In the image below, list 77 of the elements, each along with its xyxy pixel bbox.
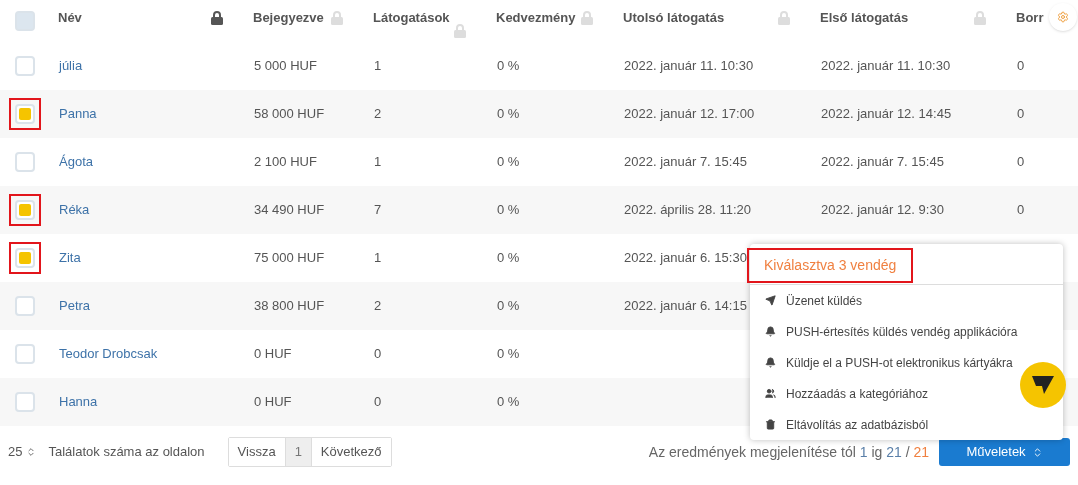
table-cell: 1 — [374, 250, 382, 266]
table-cell: 0 % — [497, 154, 520, 170]
table-cell: 0 % — [497, 202, 520, 218]
column-header[interactable]: Utolsó látogatás — [623, 10, 725, 25]
table-cell: 2022. január 11. 10:30 — [821, 58, 951, 74]
table-cell: 2022. január 6. 14:15 — [624, 298, 747, 314]
settings-button[interactable] — [1049, 3, 1077, 31]
trash-icon — [765, 419, 776, 430]
checkbox[interactable] — [9, 98, 41, 130]
table-cell: 2 — [374, 106, 382, 122]
table-cell: 2 100 HUF — [254, 154, 317, 170]
page-size-select[interactable]: 25 — [8, 442, 37, 462]
table-cell: 0 % — [497, 106, 520, 122]
column-header[interactable]: Első látogatás — [820, 10, 909, 25]
pagination-button[interactable]: Következő — [310, 438, 391, 466]
table-cell: 2022. január 12. 9:30 — [821, 202, 944, 218]
guest-name-link[interactable]: Hanna — [59, 394, 98, 410]
guest-name-link[interactable]: júlia — [59, 58, 83, 74]
column-header[interactable]: Kedvezmény — [496, 10, 576, 25]
table-cell: 38 800 HUF — [254, 298, 325, 314]
checkbox[interactable] — [9, 242, 41, 274]
table-cell: 2 — [374, 298, 382, 314]
table-row[interactable]: Panna 58 000 HUF 2 0 % 2022. január 12. 17:00 2022. január 12. 14:45 0 — [0, 90, 1078, 138]
table-cell: 0 — [1017, 202, 1025, 218]
settings-icon — [1057, 11, 1069, 23]
column-header[interactable]: Borr — [1016, 10, 1044, 25]
column-header[interactable]: Név — [58, 10, 82, 25]
table-cell: 0 HUF — [254, 394, 292, 410]
table-cell: 0 % — [497, 394, 520, 410]
table-cell: 0 — [1017, 58, 1025, 74]
page-size-label: Találatok száma az oldalon — [48, 443, 205, 462]
table-cell: 1 — [374, 58, 382, 74]
menu-item[interactable]: Küldje el a PUSH-ot elektronikus kártyákra — [765, 347, 1013, 378]
pagination-button[interactable]: 1 — [284, 438, 311, 466]
sort-arrows-icon — [26, 447, 37, 457]
guest-name-link[interactable]: Zita — [59, 250, 81, 266]
bell-icon — [765, 357, 776, 368]
column-header[interactable]: Bejegyezve — [253, 10, 324, 25]
table-cell: 34 490 HUF — [254, 202, 325, 218]
selection-title: Kiválasztva 3 vendég — [747, 247, 914, 283]
table-cell: 0 — [374, 394, 382, 410]
table-cell: 0 HUF — [254, 346, 292, 362]
table-cell: 0 % — [497, 58, 520, 74]
table-cell: 2022. január 6. 15:30 — [624, 250, 747, 266]
table-cell: 0 % — [497, 346, 520, 362]
table-cell: 2022. január 11. 10:30 — [624, 58, 754, 74]
table-cell: 75 000 HUF — [254, 250, 325, 266]
logo-icon — [1032, 376, 1054, 394]
users-icon — [765, 388, 776, 399]
guest-name-link[interactable]: Panna — [59, 106, 97, 122]
table-cell: 2022. január 7. 15:45 — [821, 154, 944, 170]
table-cell: 0 — [1017, 106, 1025, 122]
menu-item[interactable]: Üzenet küldés — [765, 285, 863, 316]
table-cell: 2022. április 28. 11:20 — [624, 202, 751, 218]
send-icon — [765, 295, 776, 306]
actions-button[interactable]: Műveletek — [939, 438, 1070, 466]
guest-name-link[interactable]: Petra — [59, 298, 91, 314]
table-cell: 0 — [374, 346, 382, 362]
table-cell: 5 000 HUF — [254, 58, 317, 74]
guest-name-link[interactable]: Réka — [59, 202, 90, 218]
guest-name-link[interactable]: Teodor Drobcsak — [59, 346, 158, 362]
table-cell: 2022. január 7. 15:45 — [624, 154, 747, 170]
table-cell: 2022. január 12. 17:00 — [624, 106, 755, 122]
menu-item[interactable]: Hozzáadás a kategóriához — [765, 378, 929, 409]
table-cell: 1 — [374, 154, 382, 170]
table-row[interactable]: Réka 34 490 HUF 7 0 % 2022. április 28. 11:20 2022. január 12. 9:30 0 — [0, 186, 1078, 234]
table-cell: 58 000 HUF — [254, 106, 325, 122]
table-cell: 0 — [1017, 154, 1025, 170]
bell-icon — [765, 326, 776, 337]
guest-name-link[interactable]: Ágota — [59, 154, 93, 170]
results-summary: Az eredmények megjelenítése tól 1 ig 21 / 21 — [648, 442, 929, 462]
column-header[interactable]: Látogatások — [373, 10, 450, 25]
table-cell: 2022. január 12. 14:45 — [821, 106, 952, 122]
table-cell: 7 — [374, 202, 382, 218]
table-cell: 0 % — [497, 298, 520, 314]
checkbox[interactable] — [9, 194, 41, 226]
table-cell: 0 % — [497, 250, 520, 266]
